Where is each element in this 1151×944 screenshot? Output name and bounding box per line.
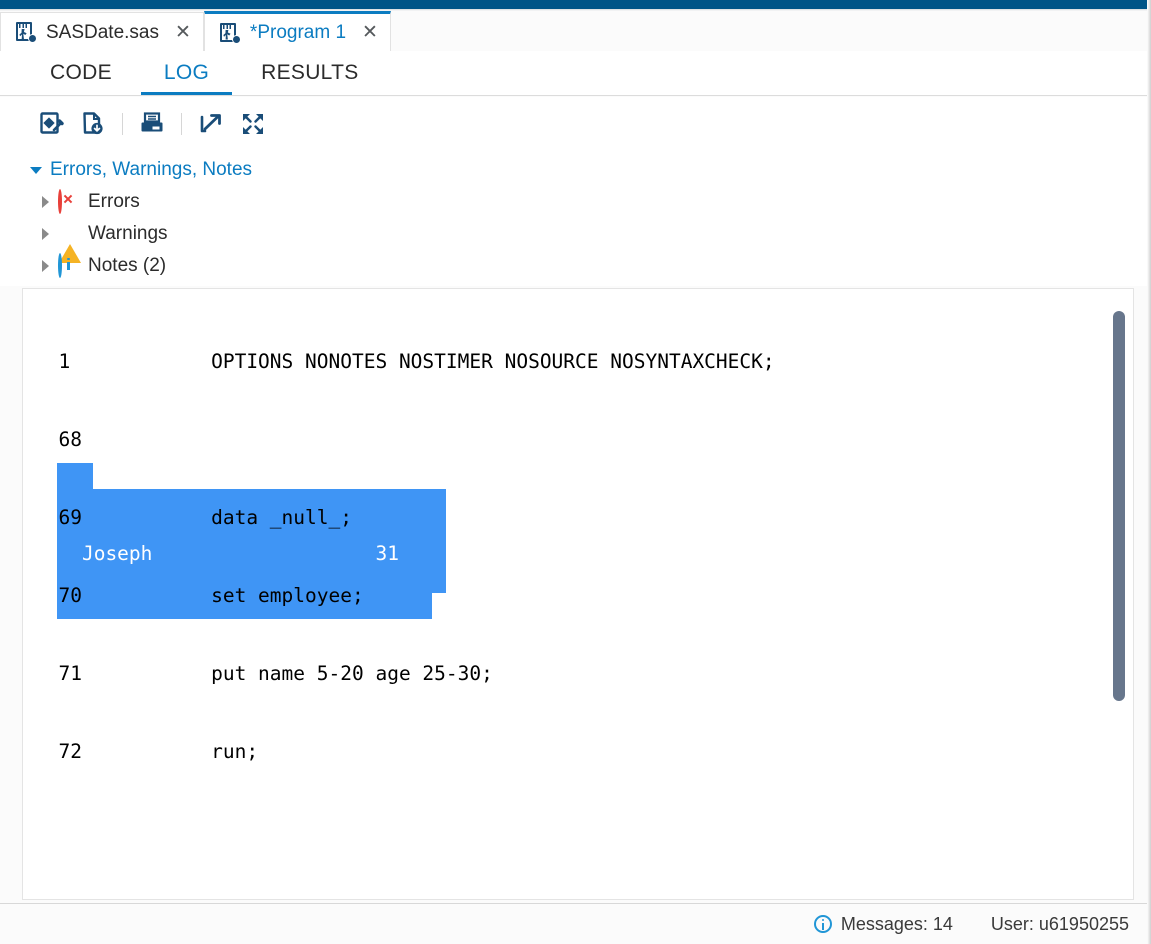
status-messages-label: Messages: 14: [841, 914, 953, 935]
clear-log-icon: [38, 111, 64, 137]
status-user: User: u61950255: [991, 914, 1129, 935]
chevron-right-icon[interactable]: [42, 260, 49, 272]
print-button[interactable]: [131, 105, 173, 143]
log-selected-output: Joseph 31 Mitchel 26 Sue Ellen 44 Karl J…: [35, 489, 399, 900]
log-vertical-scrollbar[interactable]: [1111, 293, 1127, 897]
tree-item-label: Errors: [88, 191, 140, 213]
open-new-window-icon: [198, 111, 224, 137]
info-icon: [814, 915, 832, 933]
tab-log[interactable]: LOG: [138, 51, 235, 95]
open-new-window-button[interactable]: [190, 105, 232, 143]
download-log-button[interactable]: [72, 105, 114, 143]
print-icon: [139, 111, 165, 137]
tree-item-warnings[interactable]: Warnings: [30, 218, 1151, 250]
file-tab-strip: SASDate.sas ✕ *Program 1 ✕: [0, 11, 1151, 51]
tab-code-label: CODE: [50, 61, 112, 85]
application-header-bar: [0, 0, 1151, 9]
tree-item-label: Notes (2): [88, 255, 166, 277]
scrollbar-thumb[interactable]: [1113, 311, 1125, 701]
tab-code[interactable]: CODE: [24, 51, 138, 95]
sas-program-icon: [219, 22, 241, 44]
tree-item-label: Warnings: [88, 223, 168, 245]
log-output-row: Erik Pet 46: [35, 853, 399, 879]
chevron-right-icon[interactable]: [42, 228, 49, 240]
window-right-edge: [1147, 0, 1151, 944]
info-icon: [58, 255, 80, 277]
log-output-row: Joseph 31: [35, 541, 399, 567]
sas-studio-window: SASDate.sas ✕ *Program 1 ✕ CODE LOG RESU…: [0, 0, 1151, 944]
sas-program-icon: [15, 21, 37, 43]
tree-item-notes[interactable]: Notes (2): [30, 250, 1151, 282]
toolbar-separator-1: [122, 113, 123, 135]
tab-results-label: RESULTS: [261, 61, 358, 85]
log-code-line: 68: [35, 427, 845, 453]
file-tab-program-1[interactable]: *Program 1 ✕: [204, 11, 391, 51]
file-tab-sasdate[interactable]: SASDate.sas ✕: [0, 12, 204, 51]
status-user-label: User: u61950255: [991, 914, 1129, 935]
clear-log-button[interactable]: [30, 105, 72, 143]
file-tab-label: SASDate.sas: [46, 23, 159, 42]
log-output-row: Karl Jonas 28: [35, 775, 399, 801]
log-code-line: 1 OPTIONS NONOTES NOSTIMER NOSOURCE NOSY…: [35, 349, 845, 375]
view-tab-bar: CODE LOG RESULTS: [0, 51, 1151, 96]
status-messages[interactable]: Messages: 14: [814, 914, 953, 935]
log-toolbar: [0, 97, 1151, 150]
download-log-icon: [80, 111, 106, 137]
log-output-row: Sue Ellen 44: [35, 697, 399, 723]
tree-root-label: Errors, Warnings, Notes: [50, 159, 252, 181]
tree-item-errors[interactable]: Errors: [30, 186, 1151, 218]
errors-warnings-notes-tree: Errors, Warnings, Notes Errors Warnings …: [0, 150, 1151, 286]
tree-root-errors-warnings-notes[interactable]: Errors, Warnings, Notes: [30, 154, 1151, 186]
status-bar: Messages: 14 User: u61950255: [0, 903, 1151, 944]
toolbar-separator-2: [181, 113, 182, 135]
log-output-pane[interactable]: 1 OPTIONS NONOTES NOSTIMER NOSOURCE NOSY…: [22, 288, 1134, 900]
file-tab-label: *Program 1: [250, 23, 346, 42]
maximize-icon: [240, 111, 266, 137]
tab-results[interactable]: RESULTS: [235, 51, 384, 95]
tab-log-label: LOG: [164, 61, 209, 85]
close-icon[interactable]: ✕: [175, 23, 191, 42]
log-output-row: Mitchel 26: [35, 619, 399, 645]
warning-icon: [58, 223, 80, 245]
chevron-down-icon[interactable]: [30, 167, 42, 174]
maximize-view-button[interactable]: [232, 105, 274, 143]
chevron-right-icon[interactable]: [42, 196, 49, 208]
close-icon[interactable]: ✕: [362, 23, 378, 42]
error-icon: [58, 191, 80, 213]
